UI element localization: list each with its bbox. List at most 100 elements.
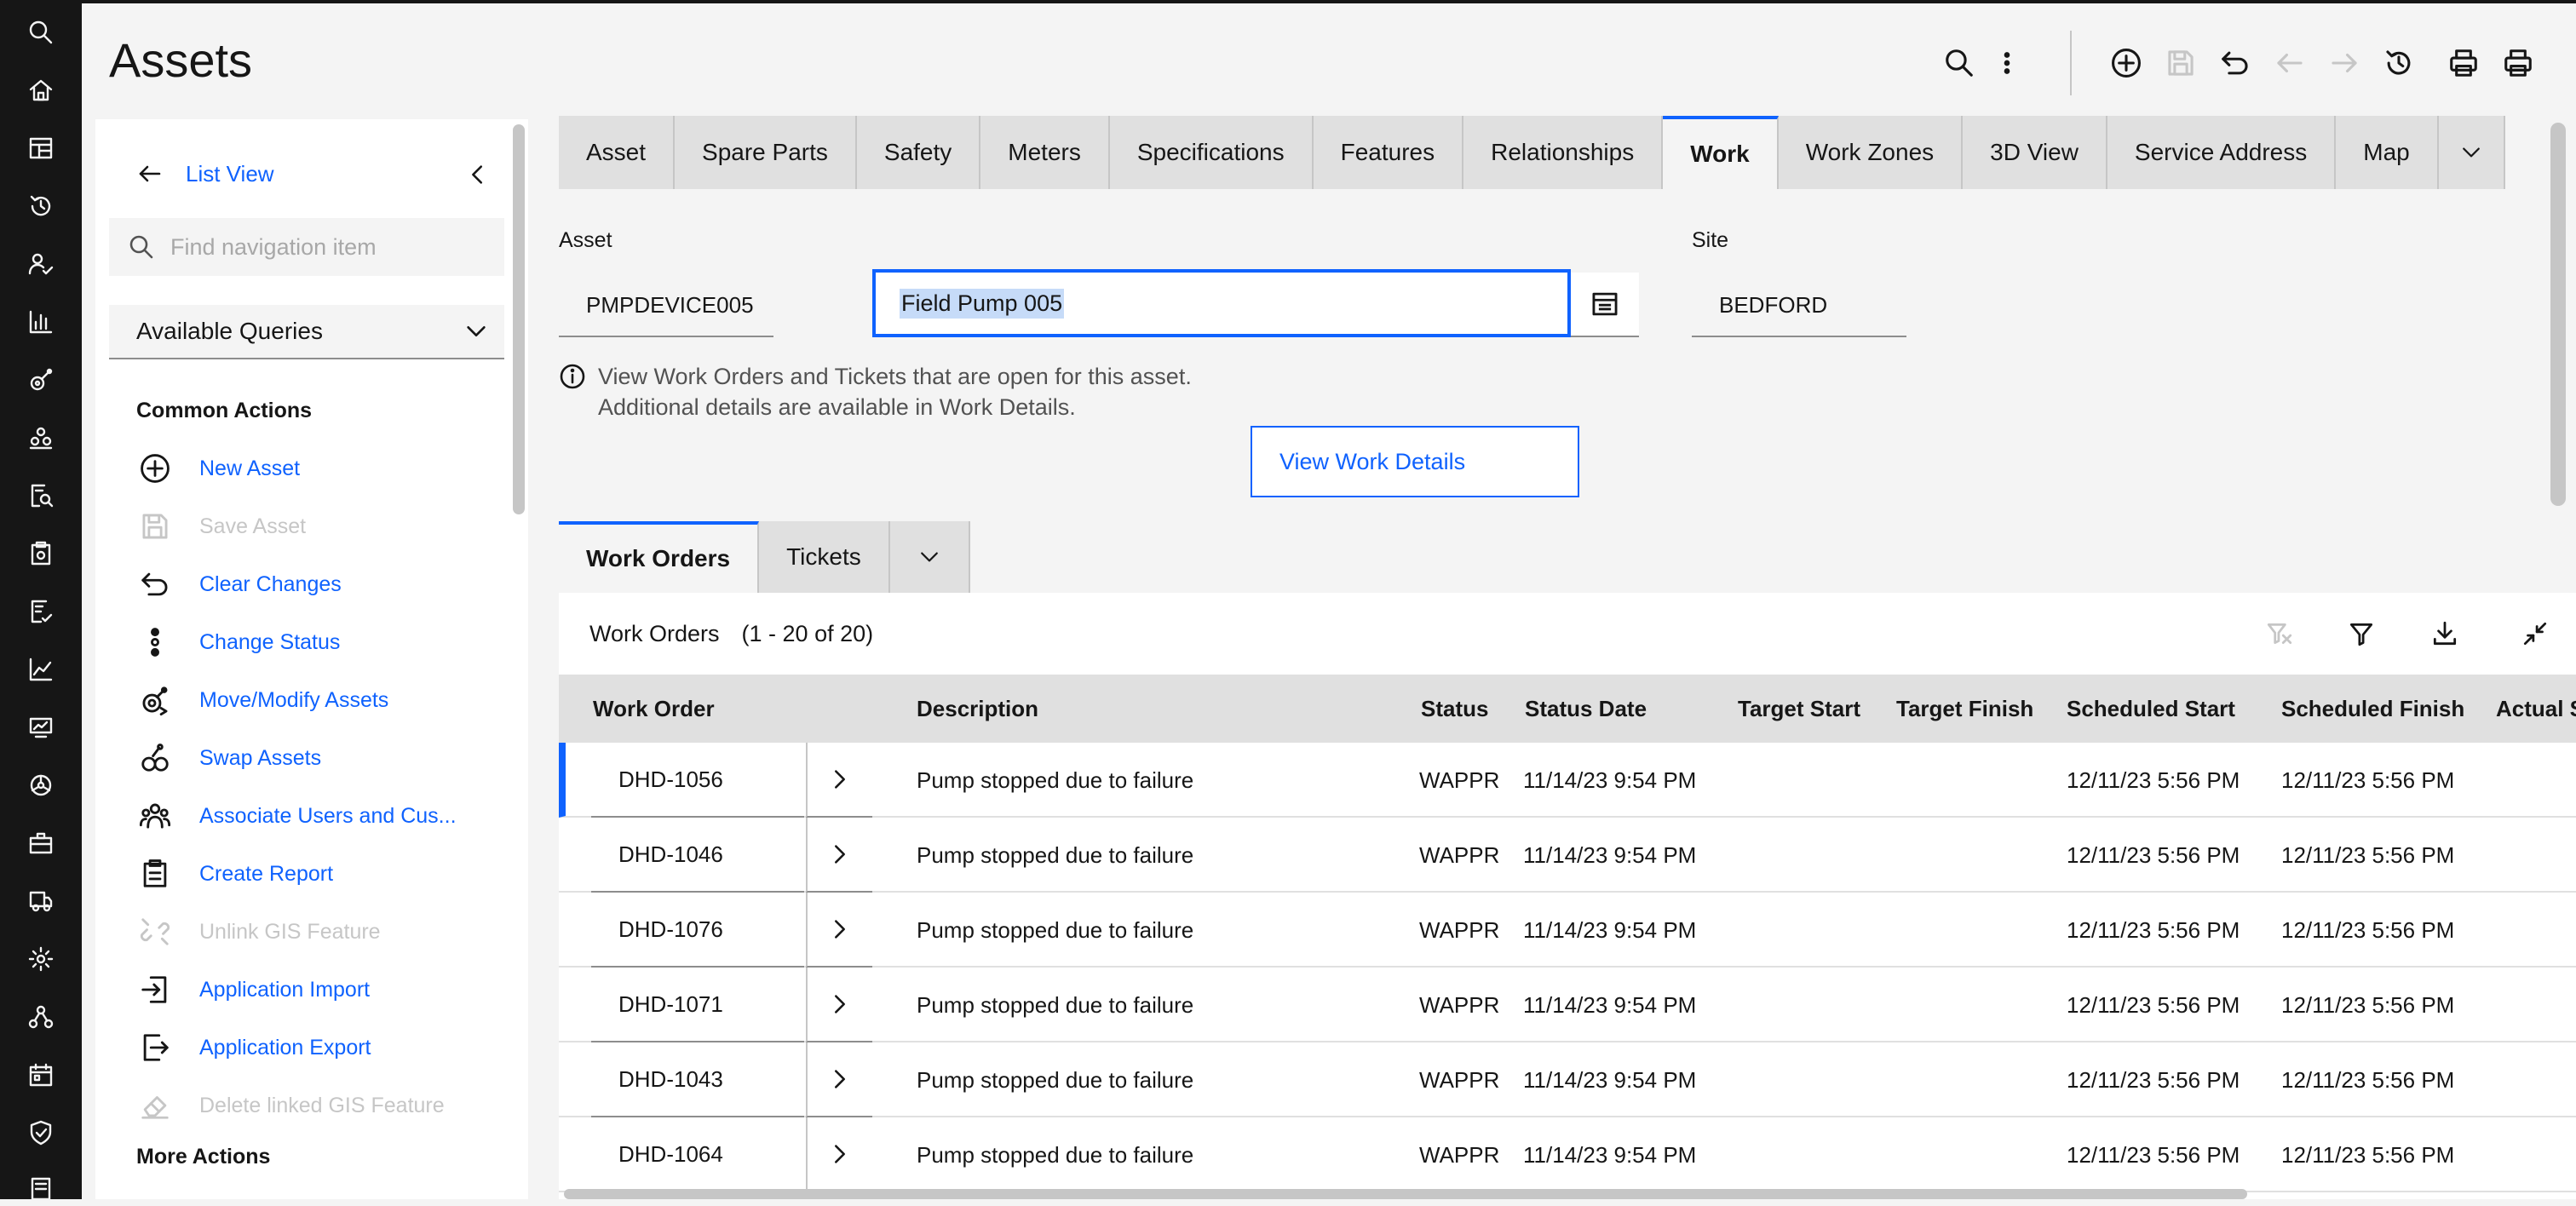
tab-work-orders[interactable]: Work Orders [559, 521, 760, 593]
expand-row-button[interactable] [806, 818, 872, 893]
network-icon[interactable] [24, 1000, 58, 1034]
search-icon[interactable] [1941, 44, 1978, 82]
action-unlink-gis[interactable]: Unlink GIS Feature [136, 911, 381, 952]
home-icon[interactable] [24, 73, 58, 107]
action-application-import[interactable]: Application Import [136, 969, 370, 1010]
expand-row-button[interactable] [806, 893, 872, 968]
print-all-icon[interactable] [2499, 44, 2537, 82]
delivery-icon[interactable] [24, 884, 58, 918]
tab-work-zones[interactable]: Work Zones [1778, 116, 1964, 189]
action-move-modify-assets[interactable]: Move/Modify Assets [136, 680, 388, 721]
table-row[interactable]: DHD-1076 Pump stopped due to failure WAPPR… [559, 893, 2576, 968]
settings-icon[interactable] [24, 942, 58, 976]
minimize-icon[interactable] [2516, 615, 2554, 652]
add-icon[interactable] [2107, 44, 2145, 82]
table-horizontal-scrollbar[interactable] [564, 1189, 2247, 1199]
col-target-start[interactable]: Target Start [1738, 675, 1860, 743]
sidenav-scrollbar[interactable] [513, 124, 525, 514]
work-order-cell[interactable]: DHD-1056 [591, 743, 804, 818]
col-status[interactable]: Status [1421, 675, 1488, 743]
report-icon[interactable] [24, 594, 58, 629]
tab-work[interactable]: Work [1663, 116, 1779, 189]
download-icon[interactable] [2426, 615, 2464, 652]
clear-filter-icon[interactable] [2261, 615, 2298, 652]
work-order-cell[interactable]: DHD-1043 [591, 1042, 804, 1117]
main-scrollbar[interactable] [2550, 123, 2566, 506]
col-scheduled-finish[interactable]: Scheduled Finish [2281, 675, 2464, 743]
chevron-left-icon[interactable] [465, 162, 491, 192]
available-queries-dropdown[interactable]: Available Queries [109, 305, 504, 359]
tab-safety[interactable]: Safety [856, 116, 981, 189]
settings-wheel-icon[interactable] [24, 768, 58, 802]
clipboard-icon[interactable] [24, 537, 58, 571]
tab-relationships[interactable]: Relationships [1463, 116, 1664, 189]
inspection-icon[interactable] [24, 479, 58, 513]
tab-features[interactable]: Features [1313, 116, 1464, 189]
tab-specifications[interactable]: Specifications [1109, 116, 1314, 189]
toolbox-icon[interactable] [24, 826, 58, 860]
work-order-cell[interactable]: DHD-1071 [591, 968, 804, 1042]
overflow-menu-icon[interactable] [1988, 44, 2026, 82]
table-row[interactable]: DHD-1046 Pump stopped due to failure WAPPR… [559, 818, 2576, 893]
work-order-cell[interactable]: DHD-1064 [591, 1117, 804, 1192]
nav-search-input[interactable] [170, 233, 494, 261]
col-description[interactable]: Description [917, 675, 1038, 743]
action-application-export[interactable]: Application Export [136, 1027, 371, 1068]
tab-map[interactable]: Map [2336, 116, 2439, 189]
undo-icon[interactable] [2217, 44, 2254, 82]
col-actual-start[interactable]: Actual S [2496, 675, 2576, 743]
action-create-report[interactable]: Create Report [136, 853, 333, 894]
dashboard-icon[interactable] [24, 131, 58, 165]
view-work-details-button[interactable]: View Work Details [1251, 426, 1579, 497]
history-icon[interactable] [2380, 44, 2418, 82]
action-clear-changes[interactable]: Clear Changes [136, 564, 342, 605]
tab-3d-view[interactable]: 3D View [1963, 116, 2107, 189]
action-swap-assets[interactable]: Swap Assets [136, 738, 321, 778]
save-icon[interactable] [2162, 44, 2199, 82]
print-icon[interactable] [2445, 44, 2482, 82]
work-order-cell[interactable]: DHD-1076 [591, 893, 804, 968]
list-view-link[interactable]: List View [136, 160, 274, 187]
work-order-cell[interactable]: DHD-1046 [591, 818, 804, 893]
detail-menu-button[interactable] [1571, 273, 1639, 337]
groups-icon[interactable] [24, 421, 58, 455]
asset-description-input[interactable]: Field Pump 005 [872, 269, 1571, 337]
asset-icon[interactable] [24, 363, 58, 397]
trend-icon[interactable] [24, 652, 58, 686]
action-change-status[interactable]: Change Status [136, 622, 340, 663]
tabs-more-button[interactable] [2438, 116, 2505, 189]
search-icon[interactable] [24, 15, 58, 49]
table-row[interactable]: DHD-1043 Pump stopped due to failure WAPPR… [559, 1042, 2576, 1117]
next-icon[interactable] [2326, 44, 2363, 82]
col-status-date[interactable]: Status Date [1525, 675, 1647, 743]
calendar-icon[interactable] [24, 1058, 58, 1092]
user-check-icon[interactable] [24, 247, 58, 281]
history-icon[interactable] [24, 189, 58, 223]
action-new-asset[interactable]: New Asset [136, 448, 300, 489]
tab-asset[interactable]: Asset [559, 116, 676, 189]
action-associate-users[interactable]: Associate Users and Cus... [136, 795, 457, 836]
action-save-asset[interactable]: Save Asset [136, 506, 306, 547]
tab-service-address[interactable]: Service Address [2107, 116, 2337, 189]
table-row[interactable]: DHD-1071 Pump stopped due to failure WAPPR… [559, 968, 2576, 1042]
tab-spare-parts[interactable]: Spare Parts [675, 116, 857, 189]
previous-icon[interactable] [2271, 44, 2309, 82]
tab-meters[interactable]: Meters [980, 116, 1110, 189]
tab-tickets[interactable]: Tickets [759, 521, 890, 593]
subtabs-more-button[interactable] [889, 521, 970, 593]
analytics-icon[interactable] [24, 305, 58, 339]
expand-row-button[interactable] [806, 1042, 872, 1117]
monitor-icon[interactable] [24, 710, 58, 744]
document-icon[interactable] [24, 1172, 58, 1206]
table-row[interactable]: DHD-1056 Pump stopped due to failure WAPPR… [559, 743, 2576, 818]
expand-row-button[interactable] [806, 1117, 872, 1192]
expand-row-button[interactable] [806, 968, 872, 1042]
filter-icon[interactable] [2343, 615, 2380, 652]
action-delete-gis[interactable]: Delete linked GIS Feature [136, 1085, 445, 1126]
shield-check-icon[interactable] [24, 1116, 58, 1150]
col-target-finish[interactable]: Target Finish [1896, 675, 2033, 743]
col-work-order[interactable]: Work Order [593, 675, 715, 743]
col-scheduled-start[interactable]: Scheduled Start [2067, 675, 2235, 743]
expand-row-button[interactable] [806, 743, 872, 818]
table-row[interactable]: DHD-1064 Pump stopped due to failure WAPPR… [559, 1117, 2576, 1192]
